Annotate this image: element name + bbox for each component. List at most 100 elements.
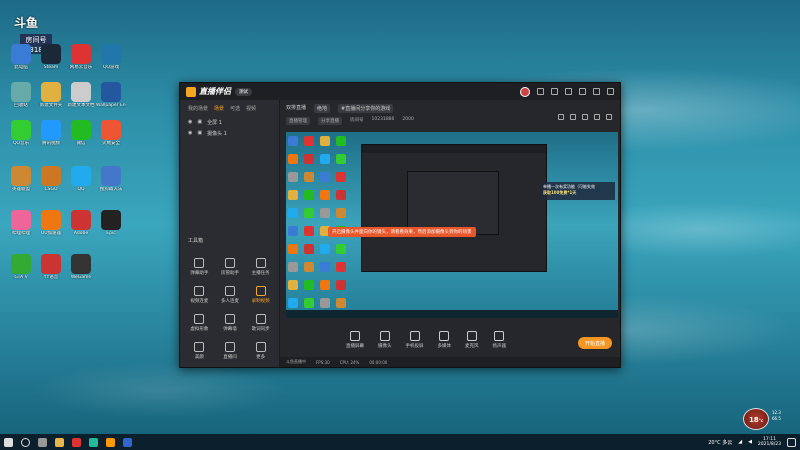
preview-icon — [336, 208, 346, 218]
desktop-icon[interactable]: 搜狗输入法 — [96, 166, 126, 200]
desktop-icon[interactable]: 微信 — [66, 120, 96, 154]
tab-video[interactable]: 视频 — [246, 105, 256, 112]
desktop-icon[interactable]: 网易云音乐 — [66, 44, 96, 78]
toolbox-item[interactable]: 美颜 — [184, 342, 215, 360]
desktop-icon[interactable]: Wallpaper Engine — [96, 82, 126, 116]
start-icon[interactable] — [4, 437, 13, 447]
desktop-icon[interactable]: 哔哩哔哩 — [6, 210, 36, 244]
clock[interactable]: 17:11 2021/8/23 — [758, 437, 781, 447]
source-action-button[interactable]: 麦克风 — [465, 331, 479, 349]
tool-label: 美颜 — [194, 355, 204, 360]
app-icon[interactable] — [123, 437, 132, 447]
camera-tip-banner[interactable]: 开启摄像头并面向你的镜头，请看看效果，然后添加摄像头到你的场景 — [328, 227, 476, 237]
toolbox-item[interactable]: 多人连麦 — [215, 286, 246, 304]
source-action-button[interactable]: 直播屏幕 — [346, 331, 364, 349]
desktop-icon[interactable]: Steam — [36, 44, 66, 78]
toolbox-item[interactable]: 弹幕助手 — [184, 258, 215, 276]
tab-scene[interactable]: 场景 — [214, 105, 224, 112]
desktop-icon[interactable]: 英雄联盟 — [6, 166, 36, 200]
version-badge[interactable]: 测试 — [235, 87, 252, 96]
desktop-icon-label: QQ音乐 — [12, 141, 30, 146]
toolbox-item[interactable]: 主播任务 — [245, 258, 276, 276]
desktop-icon[interactable]: QQ音乐 — [6, 120, 36, 154]
explorer-icon[interactable] — [55, 437, 64, 447]
desktop-icon[interactable]: QQ — [66, 166, 96, 200]
toolbox-item[interactable]: 虚拟形象 — [184, 314, 215, 332]
share-icon[interactable] — [606, 114, 612, 120]
desktop-icon[interactable]: 火绒安全 — [96, 120, 126, 154]
source-action-bar: 直播屏幕 摄像头 手机投屏 多媒体 麦克风 扬声器 — [280, 323, 620, 357]
desktop-icon[interactable]: CSGO — [36, 166, 66, 200]
desktop-icon-label: 搜狗输入法 — [99, 187, 123, 192]
room-notice[interactable]: #直播间分享你的游戏 — [338, 104, 394, 113]
desktop-icon[interactable]: WeGame — [66, 254, 96, 288]
source-item[interactable]: ◉ ▣ 摄像头 1 — [180, 128, 279, 139]
tab-optional[interactable]: 可选 — [230, 105, 240, 112]
desktop-icon[interactable]: 腾讯视频 — [36, 120, 66, 154]
level-value: 2000 — [402, 117, 414, 122]
room-title[interactable]: 双排直播 — [286, 104, 306, 113]
settings-icon[interactable] — [551, 88, 558, 95]
gift-icon[interactable] — [582, 114, 588, 120]
desktop-icon[interactable]: UU加速器 — [36, 210, 66, 244]
message-icon[interactable] — [537, 88, 544, 95]
menu-icon[interactable] — [565, 88, 572, 95]
volume-icon[interactable]: ◀ — [748, 439, 752, 445]
preview-icon — [304, 280, 314, 290]
weather-text[interactable]: 20°C 多云 — [708, 439, 732, 446]
share-button[interactable]: 分享直播 — [318, 117, 342, 125]
stream-preview[interactable]: 开启摄像头并面向你的镜头，请看看效果，然后添加摄像头到你的场景 单播一次有奖功能… — [286, 132, 618, 318]
lock-icon[interactable]: ▣ — [197, 130, 202, 137]
network-icon[interactable]: ◢ — [738, 439, 742, 445]
go-live-button[interactable]: 开始直播 — [578, 337, 612, 349]
desktop-icon[interactable]: Adobe — [66, 210, 96, 244]
layout-icon[interactable] — [558, 114, 564, 120]
tool-icon — [224, 314, 235, 324]
desktop-icon[interactable]: Epic — [96, 210, 126, 244]
maximize-icon[interactable] — [593, 88, 600, 95]
eye-icon[interactable]: ◉ — [188, 130, 192, 137]
source-action-button[interactable]: 摄像头 — [378, 331, 392, 349]
desktop-icon[interactable]: GTA V — [6, 254, 36, 288]
toolbox-item[interactable]: 直播间 — [215, 342, 246, 360]
desktop-icon[interactable]: YY语音 — [36, 254, 66, 288]
tab-my-scene[interactable]: 我的场景 — [188, 105, 208, 112]
live-companion-icon[interactable] — [106, 437, 115, 447]
desktop-icon[interactable]: 此电脑 — [6, 44, 36, 78]
toolbox-item[interactable]: 房管助手 — [215, 258, 246, 276]
tool-icon — [255, 286, 266, 296]
eye-icon[interactable]: ◉ — [188, 119, 192, 126]
app-icon[interactable] — [72, 437, 81, 447]
desktop-icon[interactable]: QQ游戏 — [96, 44, 126, 78]
room-category[interactable]: 绝地 — [314, 104, 331, 113]
notification-icon[interactable] — [787, 437, 796, 447]
source-action-button[interactable]: 多媒体 — [438, 331, 451, 349]
desktop-icon[interactable]: 新建文件夹 — [36, 82, 66, 116]
toolbox-item[interactable]: 录制视频 — [245, 286, 276, 304]
network-speed-badge[interactable]: 18°c — [743, 408, 769, 430]
toolbox-item[interactable]: 视频连麦 — [184, 286, 215, 304]
minimize-icon[interactable] — [579, 88, 586, 95]
close-icon[interactable] — [607, 88, 614, 95]
app-icon[interactable] — [89, 437, 98, 447]
source-item[interactable]: ◉ ▣ 全屏 1 — [180, 117, 279, 128]
toolbox-item[interactable]: 弹幕墙 — [215, 314, 246, 332]
toolbox-item[interactable]: 更多 — [245, 342, 276, 360]
source-action-button[interactable]: 扬声器 — [493, 331, 506, 349]
taskview-icon[interactable] — [38, 437, 47, 447]
room-manage-button[interactable]: 直播管理 — [286, 117, 310, 125]
toolbox-item[interactable]: 歌词同步 — [245, 314, 276, 332]
bell-icon[interactable] — [594, 114, 600, 120]
avatar[interactable] — [520, 86, 530, 97]
desktop-icon-label: 微信 — [76, 141, 86, 146]
lock-icon[interactable] — [570, 114, 576, 120]
toolbox-grid: 弹幕助手 房管助手 主播任务视频连麦 多人连麦 录制视频虚拟形象 弹幕墙 歌词同步美颜 直播间… — [184, 258, 276, 360]
lock-icon[interactable]: ▣ — [197, 119, 202, 126]
search-icon[interactable] — [21, 437, 30, 447]
action-label: 摄像头 — [378, 344, 392, 349]
desktop-icon[interactable]: 回收站 — [6, 82, 36, 116]
desktop-icon[interactable]: 新建文本文档 — [66, 82, 96, 116]
source-action-button[interactable]: 手机投屏 — [406, 331, 424, 349]
promo-notice[interactable]: 单播一次有奖功能（可能失效 获取100免费*1天 — [541, 182, 615, 200]
tool-label: 虚拟形象 — [190, 327, 209, 332]
